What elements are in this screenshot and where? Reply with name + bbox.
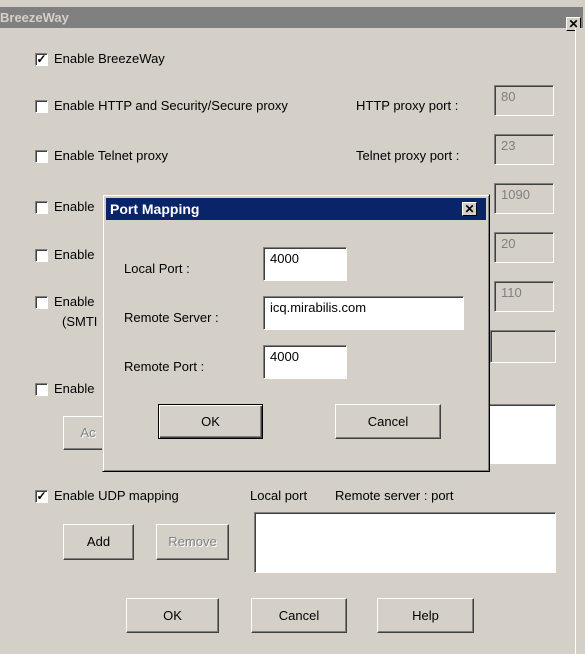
enable-row5-label: Enable xyxy=(54,294,95,309)
telnet-proxy-port-field[interactable]: 23 xyxy=(494,134,554,165)
dialog-cancel-button[interactable]: Cancel xyxy=(335,404,441,439)
enable-udp-mapping-label: Enable UDP mapping xyxy=(54,488,179,503)
http-proxy-port-field[interactable]: 80 xyxy=(494,85,554,116)
dialog-title: Port Mapping xyxy=(110,201,200,217)
udp-remote-header: Remote server : port xyxy=(335,488,454,503)
row3-port-field[interactable]: 1090 xyxy=(494,183,554,214)
telnet-proxy-port-label: Telnet proxy port : xyxy=(356,148,460,163)
udp-local-port-header: Local port xyxy=(250,488,308,503)
local-port-input[interactable]: 4000 xyxy=(263,247,347,281)
row5-port-field[interactable]: 110 xyxy=(494,281,554,312)
enable-row6-label: Enable xyxy=(54,381,95,396)
row4-port-field[interactable]: 20 xyxy=(494,232,554,263)
enable-row6-checkbox[interactable] xyxy=(35,383,48,396)
remote-port-input[interactable]: 4000 xyxy=(263,345,347,379)
remote-server-input[interactable]: icq.mirabilis.com xyxy=(263,296,464,330)
ok-button[interactable]: OK xyxy=(126,598,219,633)
enable-row3-label: Enable xyxy=(54,199,95,214)
http-proxy-port-label: HTTP proxy port : xyxy=(356,98,459,113)
dialog-close-icon[interactable]: ✕ xyxy=(462,202,477,216)
enable-row5-checkbox[interactable] xyxy=(35,296,48,309)
enable-row4-checkbox[interactable] xyxy=(35,249,48,262)
dialog-titlebar[interactable]: Port Mapping ✕ xyxy=(106,198,486,220)
breezeway-window: BreezeWay ✕ ✓ Enable BreezeWay Enable HT… xyxy=(0,0,585,654)
row6-list[interactable] xyxy=(484,404,556,464)
dialog-ok-button[interactable]: OK xyxy=(158,404,263,439)
window-title: BreezeWay xyxy=(0,10,69,25)
port-mapping-dialog: Port Mapping ✕ Local Port : 4000 Remote … xyxy=(102,194,490,472)
enable-breezeway-label: Enable BreezeWay xyxy=(54,51,165,66)
udp-mapping-list[interactable] xyxy=(254,512,556,573)
enable-row3-checkbox[interactable] xyxy=(35,201,48,214)
enable-udp-mapping-checkbox[interactable]: ✓ xyxy=(35,490,48,503)
remote-port-label: Remote Port : xyxy=(124,359,205,374)
enable-breezeway-checkbox[interactable]: ✓ xyxy=(35,53,48,66)
local-port-label: Local Port : xyxy=(124,261,190,276)
udp-remove-button[interactable]: Remove xyxy=(156,524,229,560)
window-edge xyxy=(575,28,585,654)
enable-row5-sublabel: (SMTI xyxy=(62,314,98,329)
enable-http-proxy-checkbox[interactable] xyxy=(35,100,48,113)
udp-add-button[interactable]: Add xyxy=(63,524,134,560)
remote-server-label: Remote Server : xyxy=(124,310,219,325)
enable-http-proxy-label: Enable HTTP and Security/Secure proxy xyxy=(54,98,288,113)
enable-row4-label: Enable xyxy=(54,247,95,262)
row5-extra-field[interactable] xyxy=(490,330,556,363)
enable-telnet-proxy-label: Enable Telnet proxy xyxy=(54,148,168,163)
window-titlebar[interactable]: BreezeWay ✕ xyxy=(0,7,583,31)
help-button[interactable]: Help xyxy=(377,598,474,633)
cancel-button[interactable]: Cancel xyxy=(251,598,347,633)
enable-telnet-proxy-checkbox[interactable] xyxy=(35,150,48,163)
